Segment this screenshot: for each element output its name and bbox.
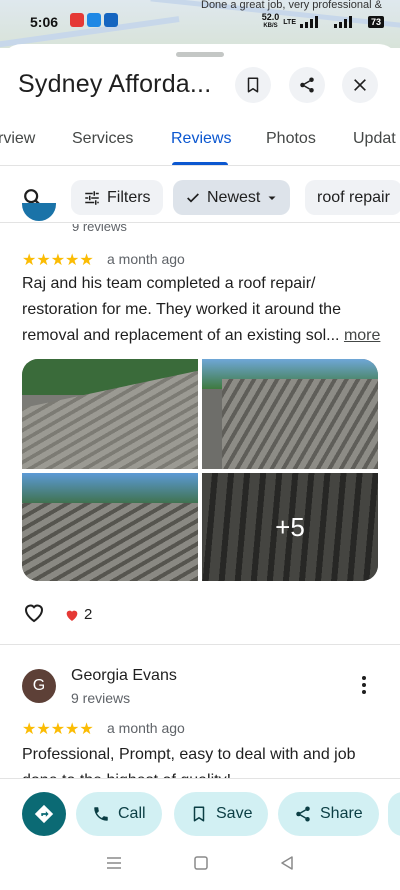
star-rating: ★★★★★ — [22, 252, 94, 269]
tab-reviews[interactable]: Reviews — [171, 130, 231, 148]
tune-icon — [85, 190, 99, 205]
notification-app-icon — [70, 13, 84, 27]
call-button[interactable]: Call — [76, 792, 162, 836]
heart-filled-icon — [66, 610, 78, 621]
save-button[interactable]: Save — [174, 792, 269, 836]
review-body: Raj and his team completed a roof repair… — [22, 275, 341, 344]
like-count-value: 2 — [84, 606, 93, 623]
star-rating: ★★★★★ — [22, 721, 94, 738]
bookmark-icon — [247, 77, 259, 93]
dropdown-arrow-icon — [268, 196, 276, 200]
save-place-button[interactable] — [235, 67, 271, 103]
like-button[interactable] — [22, 600, 46, 629]
more-link[interactable]: more — [344, 327, 380, 344]
review-photo[interactable] — [22, 359, 198, 469]
divider — [0, 165, 400, 166]
directions-icon — [34, 804, 54, 824]
network-speed: 52.0 — [261, 12, 280, 22]
menu-nav-button[interactable] — [106, 856, 122, 875]
filters-label: Filters — [107, 188, 151, 206]
reviewer-review-count: 9 reviews — [71, 690, 131, 706]
reviewer-name[interactable]: Georgia Evans — [71, 667, 177, 685]
divider — [0, 644, 400, 645]
review-reactions: 2 — [22, 600, 92, 629]
review-photo[interactable]: +5 — [202, 473, 378, 581]
review-photos: +5 — [22, 359, 378, 581]
back-icon — [281, 855, 293, 870]
notification-icons — [70, 13, 118, 27]
more-actions-button[interactable] — [388, 792, 400, 836]
phone-icon — [94, 807, 108, 821]
status-indicators: 52.0 KB/S LTE 73 — [262, 13, 384, 31]
home-icon — [194, 855, 208, 870]
review-photo[interactable] — [202, 359, 378, 469]
sort-chip[interactable]: Newest — [173, 180, 291, 215]
map-review-snippet: Done a great job, very professional & — [201, 0, 382, 11]
checkmark-icon — [187, 192, 199, 203]
share-button[interactable]: Share — [278, 792, 379, 836]
review-date: a month ago — [107, 720, 185, 736]
status-bar: Done a great job, very professional & 5:… — [0, 0, 400, 48]
network-type: LTE — [283, 18, 296, 26]
tab-updates[interactable]: Updat — [353, 130, 396, 148]
reviewer-review-count: 9 reviews — [72, 224, 127, 234]
divider — [0, 222, 400, 223]
drag-handle[interactable] — [176, 52, 224, 57]
share-icon — [300, 77, 314, 93]
notification-app-icon — [104, 13, 118, 27]
bookmark-icon — [193, 806, 205, 822]
recent-apps-icon — [107, 856, 121, 869]
status-time: 5:06 — [30, 14, 59, 30]
signal-icon — [333, 16, 364, 28]
system-nav-bar — [0, 845, 400, 885]
more-photos-count: +5 — [202, 473, 378, 581]
heart-outline-icon — [24, 604, 44, 623]
review-date: a month ago — [107, 251, 185, 267]
signal-icon — [299, 16, 330, 28]
review-filters: Filters Newest roof repair — [0, 178, 400, 218]
tab-services[interactable]: Services — [72, 130, 133, 148]
home-nav-button[interactable] — [194, 855, 208, 875]
network-speed-unit: KB/S — [263, 23, 278, 29]
close-button[interactable] — [342, 67, 378, 103]
save-label: Save — [216, 805, 253, 822]
avatar[interactable]: G — [22, 669, 56, 703]
more-options-button[interactable] — [356, 670, 372, 700]
share-label: Share — [320, 805, 363, 822]
keyword-chip[interactable]: roof repair — [305, 180, 400, 215]
call-label: Call — [118, 805, 146, 822]
place-title: Sydney Afforda... — [18, 70, 212, 98]
notification-app-icon — [87, 13, 101, 27]
directions-button[interactable] — [22, 792, 66, 836]
tab-overview[interactable]: rview — [0, 130, 35, 148]
action-bar: Call Save Share — [0, 778, 400, 839]
like-count: 2 — [64, 606, 92, 623]
review-text: Professional, Prompt, easy to deal with … — [22, 746, 356, 778]
battery-icon: 73 — [367, 16, 384, 28]
filters-chip[interactable]: Filters — [71, 180, 163, 215]
review-photo[interactable] — [22, 473, 198, 581]
sort-label: Newest — [207, 188, 261, 206]
tab-photos[interactable]: Photos — [266, 130, 316, 148]
back-nav-button[interactable] — [280, 855, 294, 875]
review-text: Raj and his team completed a roof repair… — [22, 271, 382, 349]
share-icon — [296, 806, 310, 822]
close-icon — [354, 79, 366, 91]
share-place-button[interactable] — [289, 67, 325, 103]
